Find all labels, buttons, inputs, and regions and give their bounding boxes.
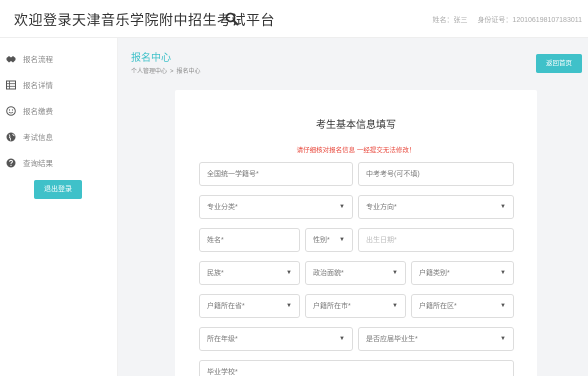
chevron-down-icon: ▼ <box>286 270 292 276</box>
name-placeholder: 姓名* <box>207 237 224 244</box>
sidebar-item-label: 考试信息 <box>23 132 53 142</box>
sidebar-item-registration-process[interactable]: 报名流程 <box>0 46 117 72</box>
grade-select[interactable]: 所在年级* ▼ <box>199 327 353 351</box>
gender-placeholder: 性别* <box>313 237 330 244</box>
back-home-button[interactable]: 返回首页 <box>536 54 582 73</box>
top-bar: 欢迎登录天津音乐学院附中招生考试平台 姓名：张三 身份证号：1201061981… <box>0 0 588 38</box>
hukou-district-select[interactable]: 户籍所在区* ▼ <box>411 294 514 318</box>
chevron-down-icon: ▼ <box>339 237 345 243</box>
exam-number-input[interactable]: 中考考号(可不填) <box>358 162 514 186</box>
table-icon <box>6 80 16 90</box>
user-id-number: 身份证号：120106198107183011 <box>477 17 582 24</box>
student-id-input[interactable]: 全国统一学籍号* <box>199 162 353 186</box>
sidebar-item-exam-info[interactable]: 考试信息 <box>0 124 117 150</box>
globe-icon <box>6 132 16 142</box>
handshake-icon <box>6 54 16 64</box>
birth-date-placeholder: 出生日期* <box>366 237 397 244</box>
search-icon[interactable] <box>225 12 239 26</box>
sidebar-item-label: 报名详情 <box>23 80 53 90</box>
major-direction-select[interactable]: 专业方向* ▼ <box>358 195 514 219</box>
chevron-down-icon: ▼ <box>500 204 506 210</box>
breadcrumb-item-personal-center[interactable]: 个人管理中心 <box>131 69 167 75</box>
ethnicity-placeholder: 民族* <box>207 270 224 277</box>
user-info: 姓名：张三 身份证号：120106198107183011 <box>424 15 582 25</box>
chevron-down-icon: ▼ <box>500 270 506 276</box>
sidebar-item-registration-details[interactable]: 报名详情 <box>0 72 117 98</box>
chevron-down-icon: ▼ <box>392 303 398 309</box>
ethnicity-select[interactable]: 民族* ▼ <box>199 261 300 285</box>
user-name: 姓名：张三 <box>432 17 468 24</box>
sidebar-item-label: 查询结果 <box>23 158 53 168</box>
name-input[interactable]: 姓名* <box>199 228 300 252</box>
page-title: 报名中心 <box>131 53 171 64</box>
birth-date-input[interactable]: 出生日期* <box>358 228 514 252</box>
hukou-province-placeholder: 户籍所在省* <box>207 303 245 310</box>
main-content: 报名中心 个人管理中心 > 报名中心 返回首页 考生基本信息填写 请仔细核对报名信息… <box>118 38 588 376</box>
question-icon <box>6 158 16 168</box>
sidebar-item-label: 报名流程 <box>23 54 53 64</box>
is-graduate-placeholder: 是否应届毕业生* <box>366 336 418 343</box>
is-graduate-select[interactable]: 是否应届毕业生* ▼ <box>358 327 514 351</box>
major-direction-placeholder: 专业方向* <box>366 204 397 211</box>
form-warning: 请仔细核对报名信息 一经提交无法修改！ <box>296 147 416 154</box>
gender-select[interactable]: 性别* ▼ <box>305 228 353 252</box>
exam-number-placeholder: 中考考号(可不填) <box>366 171 420 178</box>
breadcrumb-separator: > <box>170 69 174 75</box>
logout-button[interactable]: 退出登录 <box>34 180 82 199</box>
sidebar: 报名流程 报名详情 报名缴费 考试信息 查询结果 退出登录 <box>0 38 118 376</box>
form-card: 考生基本信息填写 请仔细核对报名信息 一经提交无法修改！ 全国统一学籍号* 中考… <box>175 90 537 376</box>
breadcrumb: 个人管理中心 > 报名中心 <box>131 66 201 75</box>
political-status-select[interactable]: 政治面貌* ▼ <box>305 261 406 285</box>
major-category-select[interactable]: 专业分类* ▼ <box>199 195 353 219</box>
chevron-down-icon: ▼ <box>339 336 345 342</box>
school-input[interactable]: 毕业学校* <box>199 360 514 376</box>
grade-placeholder: 所在年级* <box>207 336 238 343</box>
chevron-down-icon: ▼ <box>392 270 398 276</box>
chevron-down-icon: ▼ <box>339 204 345 210</box>
student-id-placeholder: 全国统一学籍号* <box>207 171 259 178</box>
smile-icon <box>6 106 16 116</box>
hukou-district-placeholder: 户籍所在区* <box>419 303 457 310</box>
chevron-down-icon: ▼ <box>500 303 506 309</box>
hukou-city-select[interactable]: 户籍所在市* ▼ <box>305 294 406 318</box>
political-status-placeholder: 政治面貌* <box>313 270 344 277</box>
school-placeholder: 毕业学校* <box>207 369 238 376</box>
sidebar-item-label: 报名缴费 <box>23 106 53 116</box>
hukou-type-select[interactable]: 户籍类别* ▼ <box>411 261 514 285</box>
chevron-down-icon: ▼ <box>286 303 292 309</box>
form-title: 考生基本信息填写 <box>316 120 396 131</box>
major-category-placeholder: 专业分类* <box>207 204 238 211</box>
sidebar-item-registration-payment[interactable]: 报名缴费 <box>0 98 117 124</box>
hukou-city-placeholder: 户籍所在市* <box>313 303 351 310</box>
sidebar-item-query-results[interactable]: 查询结果 <box>0 150 117 176</box>
chevron-down-icon: ▼ <box>500 336 506 342</box>
hukou-type-placeholder: 户籍类别* <box>419 270 450 277</box>
breadcrumb-item-current: 报名中心 <box>176 69 201 75</box>
hukou-province-select[interactable]: 户籍所在省* ▼ <box>199 294 300 318</box>
